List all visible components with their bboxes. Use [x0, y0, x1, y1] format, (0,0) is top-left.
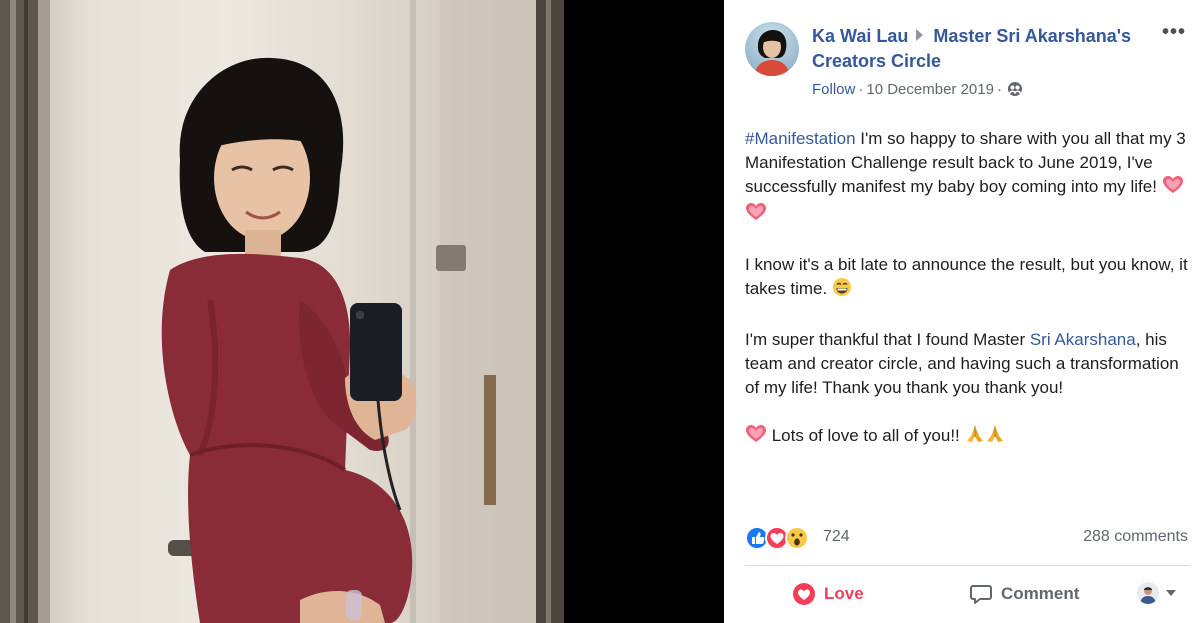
comment-icon	[970, 585, 992, 604]
sparkling-heart-icon	[745, 424, 767, 451]
post-header: Ka Wai Lau Master Sri Akarshana's Creator…	[812, 24, 1152, 74]
more-options-button[interactable]: •••	[1158, 22, 1190, 48]
action-bar: Love Comment	[745, 572, 1190, 616]
hashtag-link[interactable]: #Manifestation	[745, 129, 856, 148]
love-button[interactable]: Love	[792, 580, 864, 608]
shared-to-arrow-icon	[916, 29, 924, 41]
photo-viewer	[0, 0, 724, 623]
folded-hands-icon	[965, 424, 985, 451]
post-meta: Follow · 10 December 2019 ·	[812, 81, 1023, 102]
wow-icon	[785, 526, 809, 550]
wall-fixture	[436, 245, 466, 271]
post-paragraph-3: I'm super thankful that I found Master S…	[745, 330, 1179, 397]
author-name[interactable]: Ka Wai Lau	[812, 26, 908, 46]
reaction-count: 724	[823, 528, 850, 545]
folded-hands-icon	[985, 424, 1005, 451]
chevron-down-icon	[1166, 590, 1176, 596]
post-paragraph-2: I know it's a bit late to announce the r…	[745, 253, 1193, 304]
author-avatar[interactable]	[745, 22, 799, 76]
post-as-selector[interactable]	[1137, 582, 1176, 604]
sparkling-heart-icon	[745, 202, 767, 229]
reaction-icons	[745, 524, 821, 552]
user-avatar	[1137, 582, 1159, 604]
love-button-label: Love	[824, 584, 864, 603]
comment-button[interactable]: Comment	[969, 580, 1079, 608]
comment-count-link[interactable]: 288 comments	[1083, 528, 1188, 546]
sparkling-heart-icon	[1162, 175, 1184, 202]
divider	[745, 565, 1190, 566]
mention-link[interactable]: Sri Akarshana	[1030, 330, 1136, 349]
post-text: #Manifestation I'm so happy to share wit…	[745, 127, 1193, 475]
photo-illustration	[0, 0, 564, 623]
post-paragraph-1: #Manifestation I'm so happy to share wit…	[745, 127, 1193, 229]
love-icon	[765, 526, 789, 550]
love-icon	[793, 583, 815, 605]
grinning-face-icon	[832, 277, 852, 304]
friends-icon[interactable]	[1007, 81, 1023, 102]
post-date[interactable]: 10 December 2019	[866, 81, 994, 98]
post-photo[interactable]	[0, 0, 564, 623]
mirror-frame-left	[0, 0, 38, 623]
post-sidebar: Ka Wai Lau Master Sri Akarshana's Creator…	[724, 0, 1203, 623]
post-paragraph-4: Lots of love to all of you!!	[745, 424, 1193, 451]
like-icon	[745, 526, 769, 550]
comment-button-label: Comment	[1001, 584, 1080, 603]
follow-link[interactable]: Follow	[812, 81, 855, 98]
